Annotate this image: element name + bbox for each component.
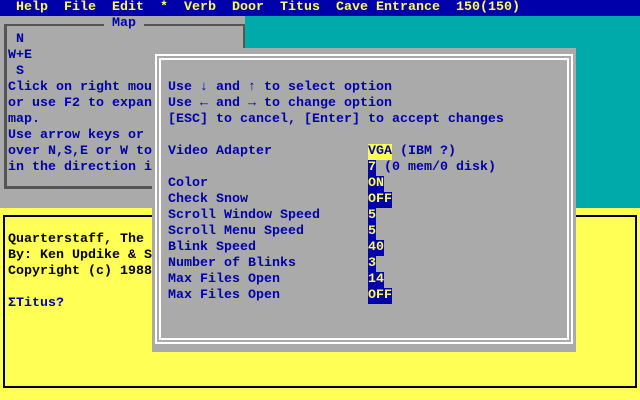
map-line: W+E xyxy=(8,48,32,63)
menu-star[interactable]: * xyxy=(160,0,168,16)
map-line: S xyxy=(8,64,24,79)
option-label: Scroll Window Speed xyxy=(168,208,320,223)
option-label: Blink Speed xyxy=(168,240,256,255)
instruction-line: [ESC] to cancel, [Enter] to accept chang… xyxy=(168,112,504,127)
option-note: (IBM ?) xyxy=(392,144,456,159)
map-title: Map xyxy=(104,16,144,32)
map-line: in the direction i xyxy=(8,160,152,175)
menu-verb[interactable]: Verb xyxy=(184,0,216,16)
instruction-line: Use ↓ and ↑ to select option xyxy=(168,80,392,95)
menu-help[interactable]: Help xyxy=(16,0,48,16)
option-label: Check Snow xyxy=(168,192,248,207)
option-value[interactable]: OFF xyxy=(368,192,392,208)
option-value[interactable]: 7 xyxy=(368,160,376,176)
menu-edit[interactable]: Edit xyxy=(112,0,144,16)
location-label: Cave Entrance xyxy=(336,0,440,15)
menu-door[interactable]: Door xyxy=(232,0,264,16)
menu-file[interactable]: File xyxy=(64,0,96,16)
option-value[interactable]: OFF xyxy=(368,288,392,304)
instruction-line: Use ← and → to change option xyxy=(168,96,392,111)
option-value[interactable]: 14 xyxy=(368,272,384,288)
option-value[interactable]: ON xyxy=(368,176,384,192)
menu-titus[interactable]: Titus xyxy=(280,0,320,16)
option-label: Max Files Open xyxy=(168,272,280,287)
map-line: or use F2 to expan xyxy=(8,96,152,111)
option-note: (0 mem/0 disk) xyxy=(376,160,496,175)
command-prompt[interactable]: ΣTitus? xyxy=(8,296,64,312)
option-label: Scroll Menu Speed xyxy=(168,224,304,239)
map-line: over N,S,E or W to xyxy=(8,144,152,159)
option-label: Number of Blinks xyxy=(168,256,296,271)
score-label: 150(150) xyxy=(456,0,520,15)
console-line: By: Ken Updike & S xyxy=(8,248,152,263)
option-label: Video Adapter xyxy=(168,144,272,159)
console-line: Quarterstaff, The xyxy=(8,232,144,247)
option-value[interactable]: 5 xyxy=(368,224,376,240)
option-value[interactable]: 3 xyxy=(368,256,376,272)
option-label: Max Files Open xyxy=(168,288,280,303)
menu-bar: Help File Edit * Verb Door Titus Cave En… xyxy=(0,0,640,16)
console-line: Copyright (c) 1988 xyxy=(8,264,152,279)
option-value[interactable]: VGA xyxy=(368,144,392,160)
map-line: Use arrow keys or xyxy=(8,128,144,143)
options-dialog: Use ↓ and ↑ to select option Use ← and →… xyxy=(152,48,576,352)
option-label: Color xyxy=(168,176,208,191)
option-value[interactable]: 40 xyxy=(368,240,384,256)
map-line: Click on right mou xyxy=(8,80,152,95)
map-line: map. xyxy=(8,112,40,127)
option-value[interactable]: 5 xyxy=(368,208,376,224)
map-line: N xyxy=(8,32,24,47)
